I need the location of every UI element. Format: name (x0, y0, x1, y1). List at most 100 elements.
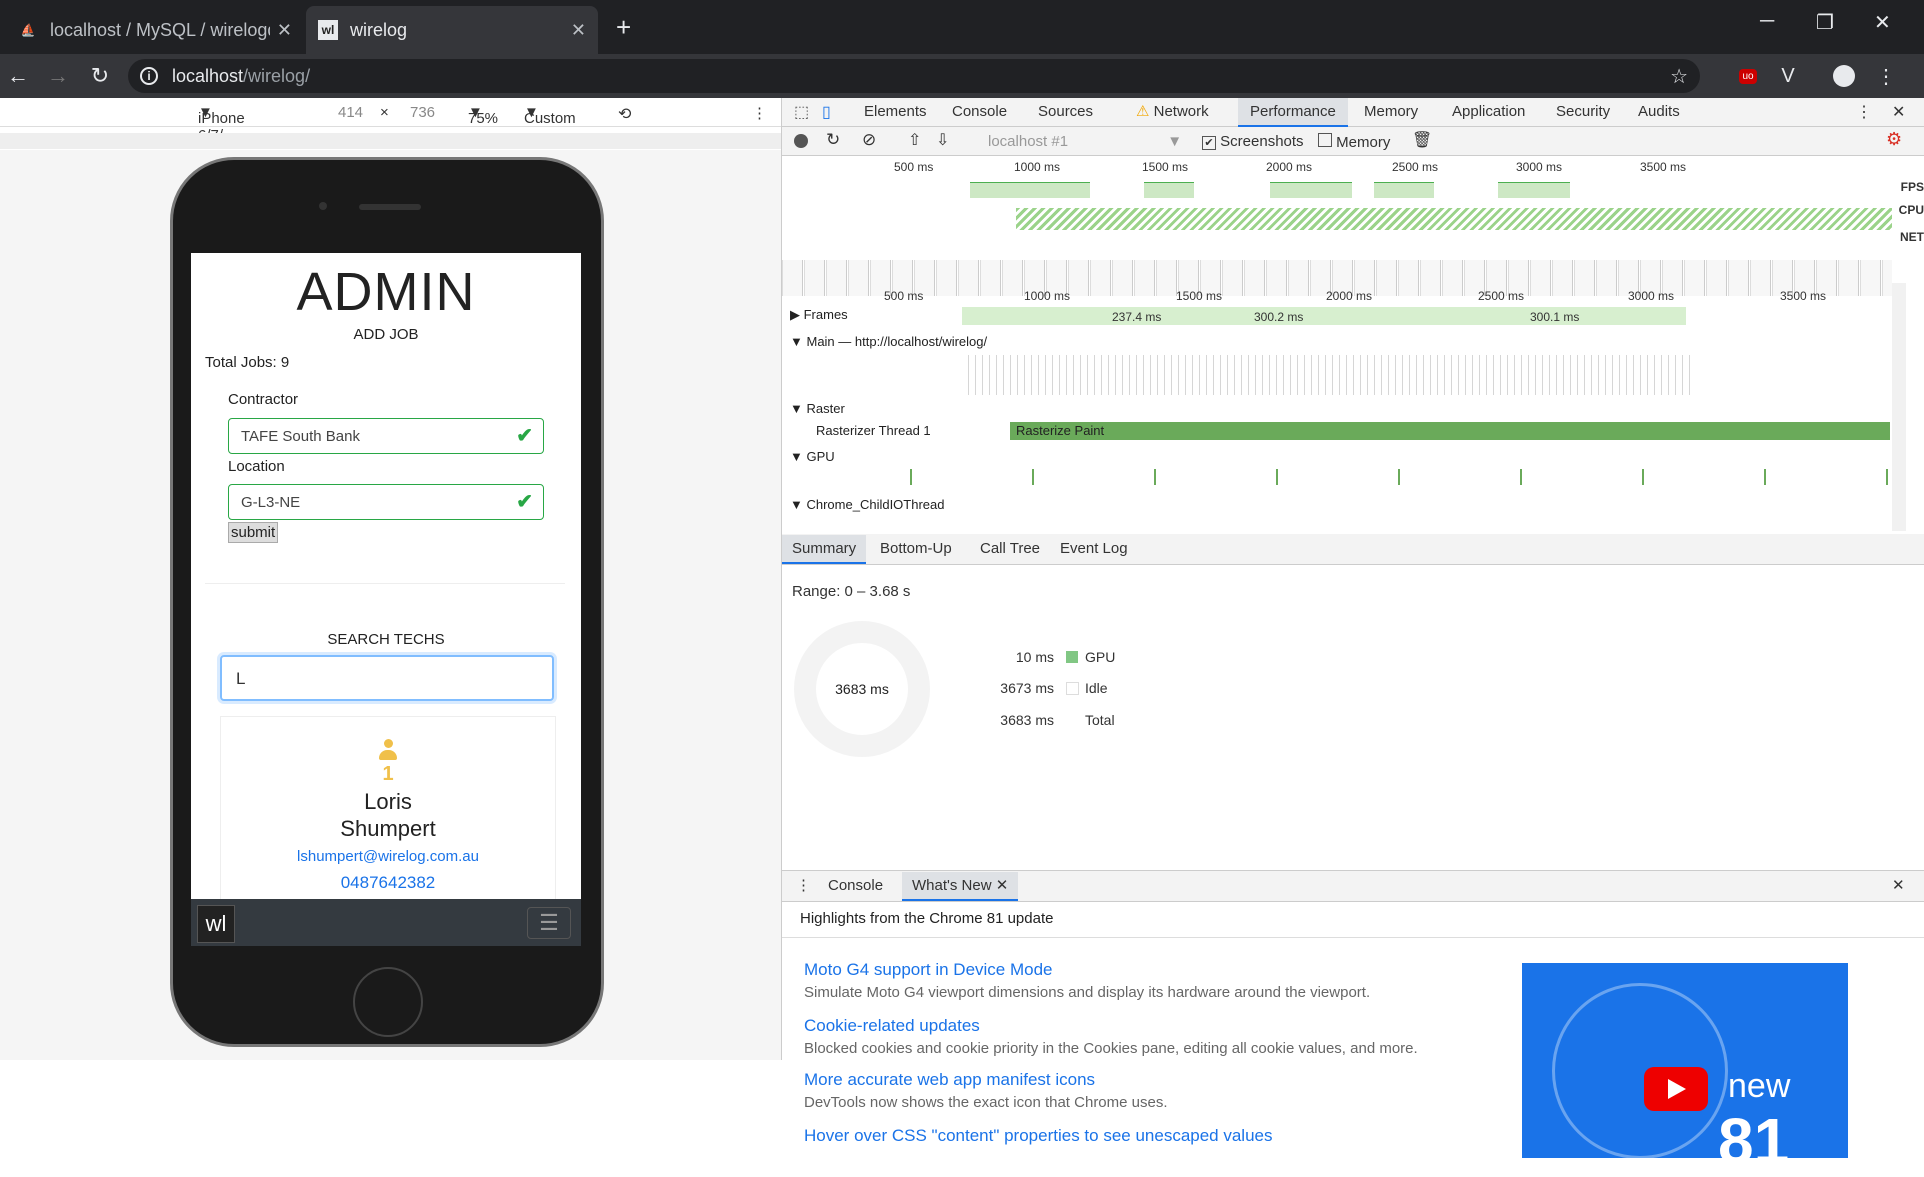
close-tab-icon[interactable]: ✕ (571, 20, 586, 41)
minimize-button[interactable]: ─ (1760, 10, 1774, 33)
bookmark-star-icon[interactable]: ☆ (1670, 64, 1688, 89)
tab-console[interactable]: Console (942, 98, 1017, 126)
close-tab-icon[interactable]: ✕ (277, 20, 292, 41)
collect-garbage-icon[interactable]: 🗑 (1412, 130, 1432, 150)
contractor-input[interactable]: TAFE South Bank ✔ (228, 418, 544, 454)
device-toolbar-toggle-icon[interactable]: ▯ (822, 102, 831, 122)
target-select[interactable]: localhost #1 ▼ (988, 133, 1182, 150)
summary-total-value: 3683 ms (1000, 712, 1054, 728)
frame-duration: 237.4 ms (1112, 310, 1162, 324)
chrome-menu-icon[interactable]: ⋮ (1872, 62, 1900, 90)
hamburger-menu-icon[interactable]: ☰ (527, 907, 571, 939)
record-button[interactable] (794, 134, 808, 148)
ublock-extension-icon[interactable]: uo (1734, 62, 1762, 90)
total-jobs-text: Total Jobs: 9 (205, 354, 290, 371)
restore-button[interactable]: ❐ (1816, 10, 1834, 35)
device-height-input[interactable]: 736 (410, 104, 435, 121)
url-path: /wirelog/ (243, 65, 311, 86)
whats-new-item-link[interactable]: Hover over CSS "content" properties to s… (804, 1126, 1273, 1146)
flame-chart[interactable]: 500 ms 1000 ms 1500 ms 2000 ms 2500 ms 3… (782, 283, 1906, 531)
tech-phone-link[interactable]: 0487642382 (221, 873, 555, 893)
forward-button[interactable]: → (42, 60, 74, 92)
tab-memory[interactable]: Memory (1354, 98, 1428, 126)
tab-network[interactable]: ⚠ Network (1128, 98, 1217, 126)
reload-profile-icon[interactable]: ↻ (826, 130, 840, 150)
rasterize-paint-event[interactable]: Rasterize Paint (1010, 422, 1890, 440)
tab-elements[interactable]: Elements (854, 98, 937, 126)
devtools-tab-bar: ⬚ ▯ Elements Console Sources ⚠ Network P… (782, 98, 1924, 127)
close-devtools-icon[interactable]: ✕ (1892, 102, 1905, 122)
search-techs-input[interactable]: L (220, 655, 554, 701)
close-drawer-tab-icon[interactable]: ✕ (996, 877, 1009, 894)
location-label: Location (228, 458, 285, 475)
frames-track-label[interactable]: ▶ Frames (790, 307, 848, 323)
tab-title: localhost / MySQL / wirelogdb / ... (50, 19, 270, 40)
tech-email-link[interactable]: lshumpert@wirelog.com.au (221, 848, 555, 865)
url-host: localhost (172, 65, 244, 86)
drawer-tab-whats-new[interactable]: What's New ✕ (902, 872, 1019, 901)
capture-settings-icon[interactable]: ⚙ (1886, 129, 1902, 150)
tab-summary[interactable]: Summary (782, 535, 867, 564)
valid-check-icon: ✔ (516, 425, 533, 447)
frame-duration: 300.1 ms (1530, 310, 1580, 324)
overview-tick: 500 ms (894, 160, 934, 174)
flame-scrollbar[interactable] (1892, 283, 1906, 531)
tab-event-log[interactable]: Event Log (1050, 535, 1138, 563)
browser-tab-wirelog[interactable]: wl wirelog ✕ (306, 6, 598, 54)
main-track-label[interactable]: ▼ Main — http://localhost/wirelog/ (790, 334, 987, 349)
raster-track-label[interactable]: ▼ Raster (790, 401, 845, 416)
device-toolbar-menu-icon[interactable]: ⋮ (752, 104, 767, 122)
tab-call-tree[interactable]: Call Tree (970, 535, 1050, 563)
overview-tick: 1500 ms (1142, 160, 1189, 174)
load-profile-icon[interactable]: ⇧ (908, 130, 921, 150)
drawer-menu-icon[interactable]: ⋮ (796, 876, 811, 894)
throttle-select[interactable]: Custom ▼ (524, 104, 576, 127)
whats-new-item-link[interactable]: Moto G4 support in Device Mode (804, 960, 1053, 980)
tech-card[interactable]: 1 Loris Shumpert lshumpert@wirelog.com.a… (220, 716, 556, 908)
close-window-button[interactable]: ✕ (1874, 10, 1891, 35)
inspect-element-icon[interactable]: ⬚ (794, 102, 809, 122)
chrome-81-promo-video[interactable]: new 81 (1522, 963, 1848, 1173)
timeline-overview[interactable]: 500 ms 1000 ms 1500 ms 2000 ms 2500 ms 3… (782, 156, 1924, 296)
flame-tick: 2000 ms (1326, 289, 1373, 303)
whats-new-item-desc: Simulate Moto G4 viewport dimensions and… (804, 984, 1371, 1001)
whats-new-item-link[interactable]: More accurate web app manifest icons (804, 1070, 1095, 1090)
device-width-input[interactable]: 414 (338, 104, 363, 121)
summary-idle-label: Idle (1085, 680, 1108, 696)
location-input[interactable]: G-L3-NE ✔ (228, 484, 544, 520)
app-logo[interactable]: wl (197, 905, 235, 943)
child-io-track-label[interactable]: ▼ Chrome_ChildIOThread (790, 497, 945, 512)
tab-application[interactable]: Application (1442, 98, 1535, 126)
add-job-heading: ADD JOB (353, 326, 419, 343)
performance-toolbar: ↻ ⊘ ⇧ ⇩ localhost #1 ▼ ✔ Screenshots Mem… (782, 127, 1924, 156)
reload-button[interactable]: ↻ (84, 60, 116, 92)
close-drawer-icon[interactable]: ✕ (1892, 876, 1905, 894)
address-bar[interactable]: i localhost/wirelog/ ☆ (128, 59, 1700, 93)
submit-button[interactable]: submit (228, 522, 279, 543)
gpu-track-label[interactable]: ▼ GPU (790, 449, 835, 464)
screenshots-checkbox[interactable]: ✔ Screenshots (1202, 133, 1304, 150)
clear-icon[interactable]: ⊘ (862, 130, 876, 150)
whats-new-item-link[interactable]: Cookie-related updates (804, 1016, 980, 1036)
zoom-select[interactable]: 75% ▼ (468, 104, 498, 127)
memory-checkbox[interactable]: Memory (1318, 133, 1390, 151)
whats-new-heading: Highlights from the Chrome 81 update (800, 910, 1054, 927)
back-button[interactable]: ← (2, 60, 34, 92)
browser-tab-phpmyadmin[interactable]: ⛵ localhost / MySQL / wirelogdb / ... ✕ (6, 6, 304, 54)
tab-bottom-up[interactable]: Bottom-Up (870, 535, 962, 563)
tab-audits[interactable]: Audits (1628, 98, 1690, 126)
site-info-icon[interactable]: i (140, 67, 158, 85)
media-query-ruler[interactable] (0, 133, 781, 149)
save-profile-icon[interactable]: ⇩ (936, 130, 949, 150)
devtools-menu-icon[interactable]: ⋮ (1856, 102, 1872, 122)
drawer-tab-console[interactable]: Console (818, 872, 893, 900)
extension-v-icon[interactable]: V (1774, 62, 1802, 90)
rotate-icon[interactable]: ⟲ (618, 104, 631, 124)
device-select[interactable]: iPhone 6/7/... ▼ (198, 104, 245, 144)
flame-tick: 3000 ms (1628, 289, 1675, 303)
tab-performance[interactable]: Performance (1238, 98, 1348, 127)
profile-avatar-icon[interactable] (1830, 62, 1858, 90)
new-tab-button[interactable]: + (616, 12, 631, 43)
tab-security[interactable]: Security (1546, 98, 1620, 126)
tab-sources[interactable]: Sources (1028, 98, 1103, 126)
